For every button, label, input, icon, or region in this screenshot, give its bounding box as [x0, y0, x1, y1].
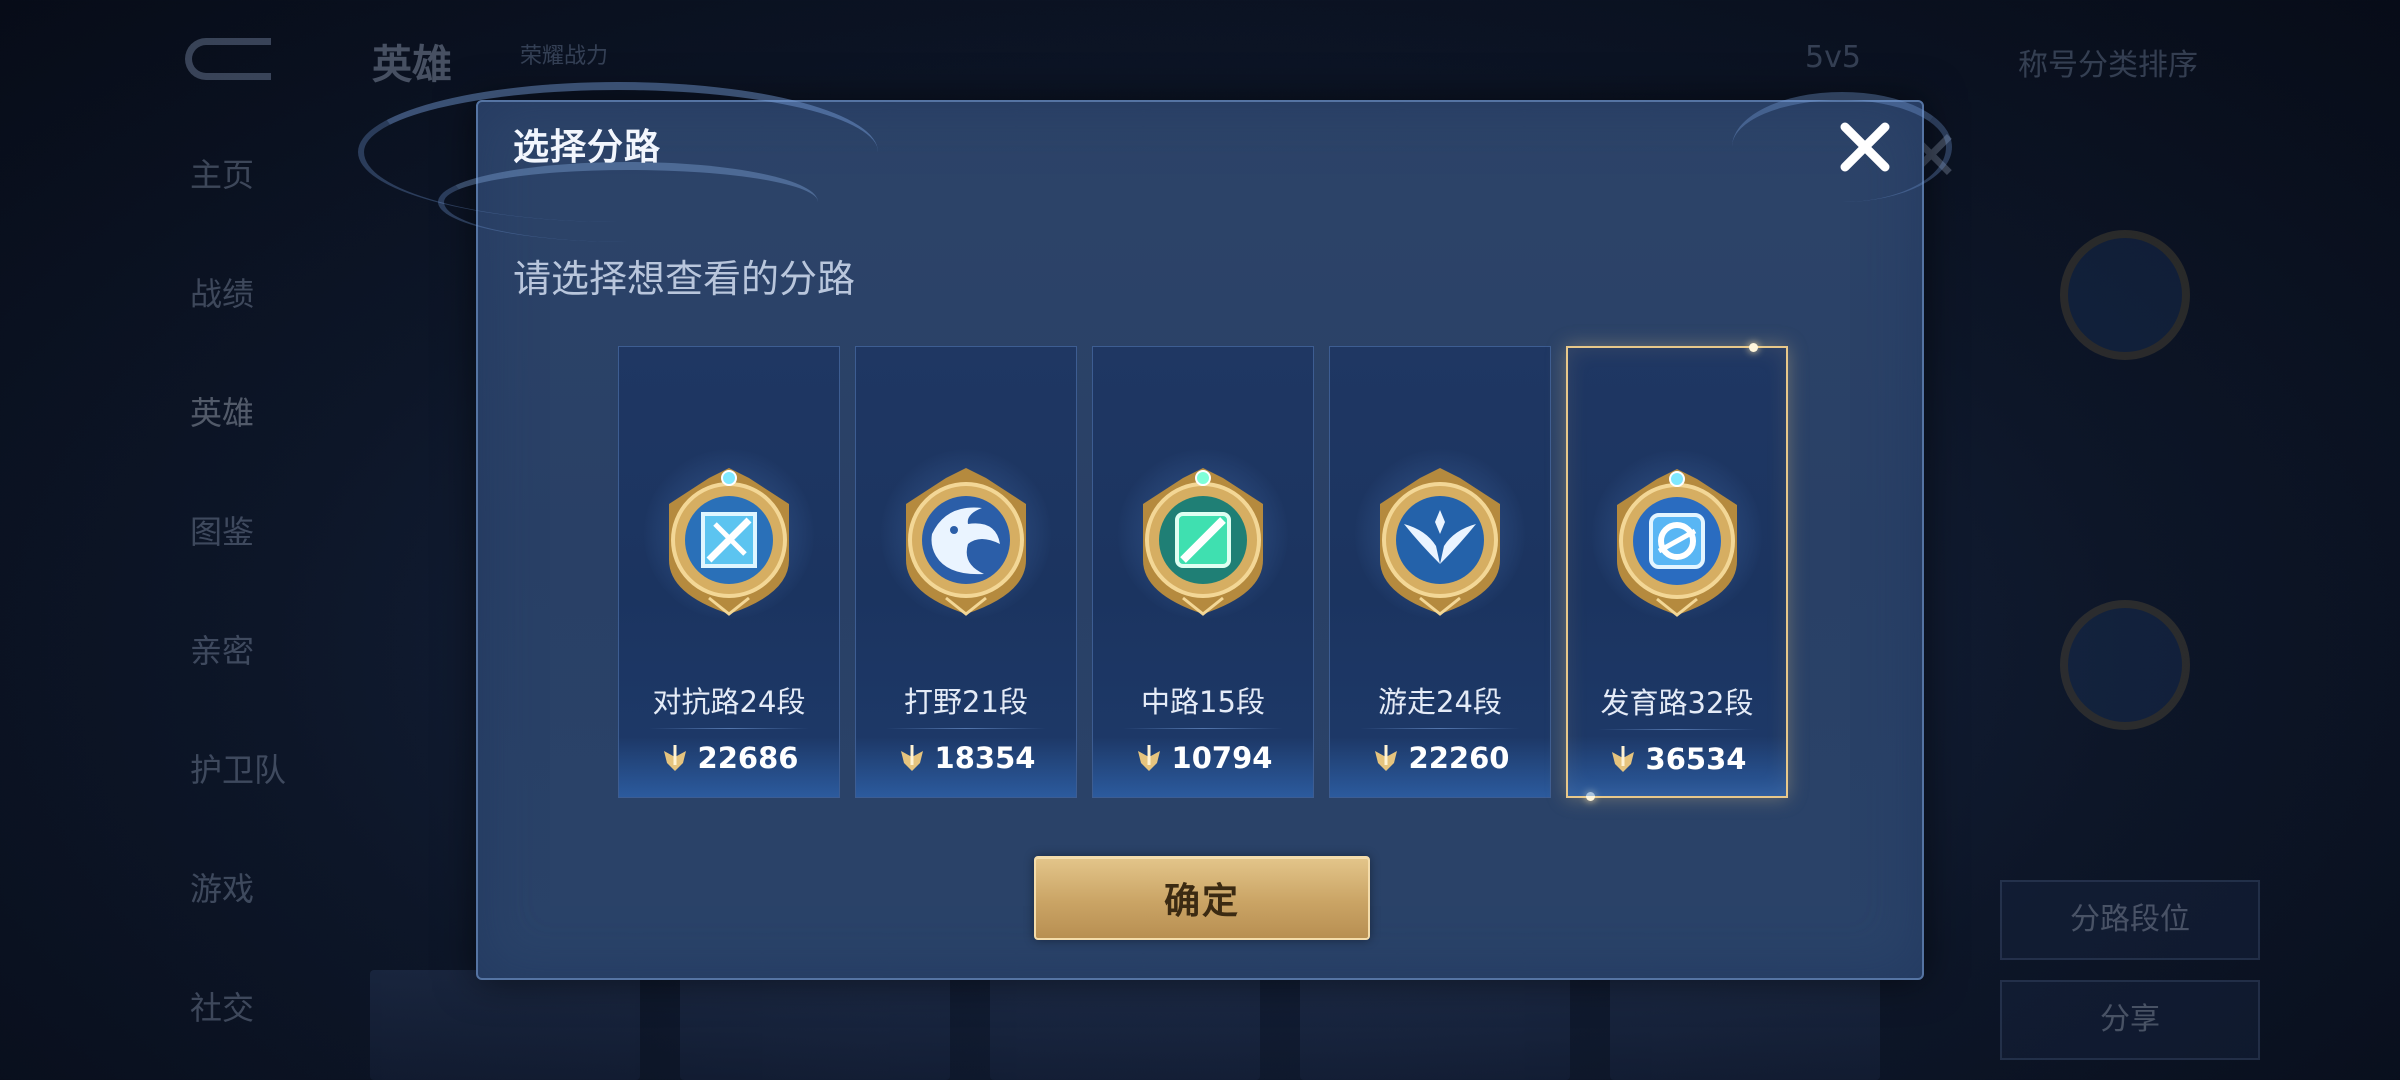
background-medal [2060, 230, 2190, 360]
nav-item-heroes[interactable]: 英雄 [150, 388, 350, 507]
lane-card-farm[interactable]: 发育路32段 36534 [1566, 343, 1788, 801]
lane-score: 18354 [856, 741, 1076, 775]
background-title: 英雄 [372, 42, 452, 88]
corner-sparkle [1749, 343, 1758, 352]
background-nav: 主页 战绩 英雄 图鉴 亲密 护卫队 游戏 社交 [150, 150, 350, 1080]
lane-label: 发育路32段 [1600, 686, 1754, 720]
share-button[interactable]: 分享 [2000, 980, 2260, 1060]
power-score-icon [1137, 745, 1160, 771]
roam-icon [1355, 449, 1525, 619]
lane-score-value: 10794 [1171, 741, 1273, 775]
mode-dropdown[interactable]: 5v5 [1805, 40, 1861, 75]
power-score-icon [1611, 746, 1634, 772]
lane-card-list: 对抗路24段 22686 打野21段 18354 中路15段 10794 游走2… [618, 343, 1818, 802]
lane-label: 游走24段 [1378, 685, 1502, 719]
divider [1123, 728, 1283, 729]
lane-card-mid[interactable]: 中路15段 10794 [1092, 346, 1314, 798]
farm-lane-icon [1592, 450, 1762, 620]
lane-score-value: 22686 [697, 741, 799, 775]
nav-item-social[interactable]: 社交 [150, 983, 350, 1080]
divider [886, 728, 1046, 729]
jungle-icon [881, 449, 1051, 619]
hero-thumb [1300, 970, 1570, 1080]
nav-item-records[interactable]: 战绩 [150, 269, 350, 388]
divider [1360, 728, 1520, 729]
corner-sparkle [1586, 792, 1595, 801]
lane-score-value: 22260 [1408, 741, 1510, 775]
close-icon [1840, 122, 1890, 172]
hero-thumb [370, 970, 640, 1080]
lane-score: 36534 [1568, 742, 1786, 776]
power-score-icon [1374, 745, 1397, 771]
dialog-title: 选择分路 [513, 127, 662, 168]
lane-rank-button[interactable]: 分路段位 [2000, 880, 2260, 960]
decorative-swirl [438, 162, 818, 242]
close-button[interactable] [1830, 112, 1900, 182]
mid-lane-icon [1118, 449, 1288, 619]
lane-card-clash[interactable]: 对抗路24段 22686 [618, 346, 840, 798]
nav-item-home[interactable]: 主页 [150, 150, 350, 269]
lane-card-roam[interactable]: 游走24段 22260 [1329, 346, 1551, 798]
divider [1598, 729, 1756, 730]
sort-dropdown[interactable]: 称号分类排序 [2018, 40, 2198, 84]
lane-score: 22686 [619, 741, 839, 775]
lane-card-jungle[interactable]: 打野21段 18354 [855, 346, 1077, 798]
select-lane-dialog: 选择分路 请选择想查看的分路 对抗路24段 22686 打野21段 18354 … [358, 82, 1952, 980]
confirm-label: 确定 [1163, 881, 1240, 922]
lane-label: 对抗路24段 [652, 685, 806, 719]
nav-item-intimacy[interactable]: 亲密 [150, 626, 350, 745]
back-icon[interactable] [185, 38, 271, 80]
power-score-icon [663, 745, 686, 771]
power-score-icon [900, 745, 923, 771]
hero-thumb [1610, 970, 1880, 1080]
confirm-button[interactable]: 确定 [1034, 856, 1370, 940]
nav-item-guard[interactable]: 护卫队 [150, 745, 350, 864]
hero-thumb [990, 970, 1260, 1080]
hero-thumb [680, 970, 950, 1080]
lane-score: 22260 [1330, 741, 1550, 775]
lane-label: 中路15段 [1141, 685, 1265, 719]
background-medal [2060, 600, 2190, 730]
nav-item-gallery[interactable]: 图鉴 [150, 507, 350, 626]
lane-score: 10794 [1093, 741, 1313, 775]
dialog-subtitle: 请选择想查看的分路 [513, 257, 856, 301]
background-stat: 荣耀战力 [520, 44, 609, 69]
divider [649, 728, 809, 729]
clash-lane-icon [644, 449, 814, 619]
lane-score-value: 36534 [1645, 742, 1747, 776]
lane-label: 打野21段 [904, 685, 1028, 719]
nav-item-games[interactable]: 游戏 [150, 864, 350, 983]
lane-score-value: 18354 [934, 741, 1036, 775]
